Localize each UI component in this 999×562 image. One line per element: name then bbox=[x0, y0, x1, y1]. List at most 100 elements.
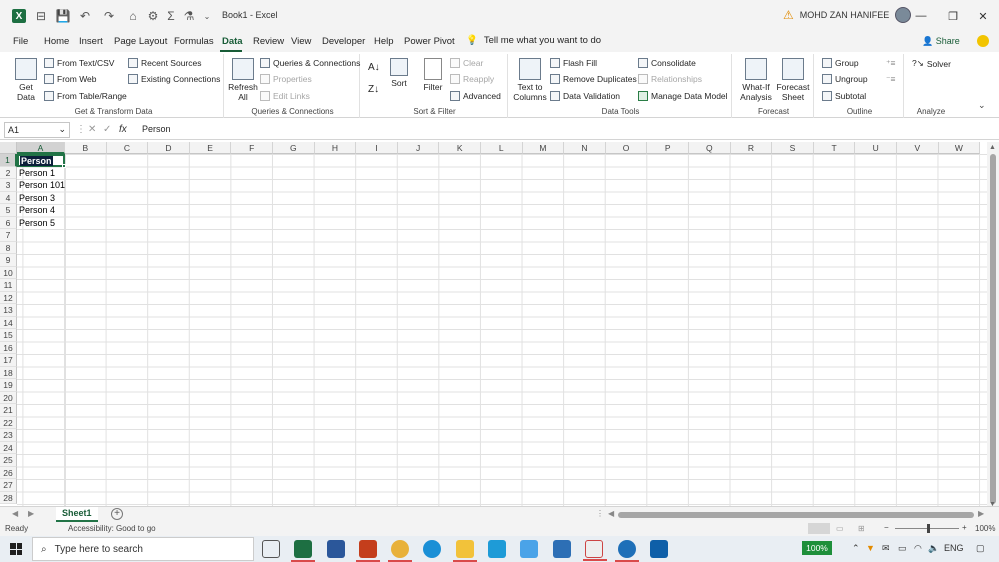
row-header-16[interactable]: 16 bbox=[0, 341, 17, 354]
minimize-button[interactable]: — bbox=[906, 0, 936, 32]
row-header-9[interactable]: 9 bbox=[0, 254, 17, 267]
task-view-icon[interactable] bbox=[262, 540, 280, 558]
column-header-i[interactable]: I bbox=[356, 142, 398, 154]
battery-icon[interactable]: ▭ bbox=[898, 543, 907, 554]
refresh-all-button[interactable]: Refresh All bbox=[228, 58, 258, 102]
autosave-icon[interactable]: ⊟ bbox=[30, 5, 52, 27]
tab-formulas[interactable]: Formulas bbox=[174, 36, 214, 47]
scroll-left-icon[interactable]: ◀ bbox=[608, 509, 614, 518]
cancel-icon[interactable]: ✕ bbox=[88, 124, 96, 135]
column-header-o[interactable]: O bbox=[605, 142, 648, 154]
column-header-h[interactable]: H bbox=[314, 142, 357, 154]
column-header-r[interactable]: R bbox=[730, 142, 773, 154]
from-web-button[interactable]: From Web bbox=[44, 74, 97, 84]
tab-home[interactable]: Home bbox=[44, 36, 69, 47]
remove-duplicates-button[interactable]: Remove Duplicates bbox=[550, 74, 637, 84]
column-header-j[interactable]: J bbox=[397, 142, 440, 154]
undo-icon[interactable]: ↶ bbox=[74, 5, 96, 27]
sort-az-button[interactable]: A↓ bbox=[368, 62, 380, 73]
row-header-6[interactable]: 6 bbox=[0, 216, 17, 229]
consolidate-button[interactable]: Consolidate bbox=[638, 58, 696, 68]
cell-a4[interactable]: Person 3 bbox=[19, 192, 55, 205]
solver-button[interactable]: ?↘ Solver bbox=[912, 58, 951, 69]
column-header-v[interactable]: V bbox=[897, 142, 939, 154]
page-break-view-icon[interactable]: ⊞ bbox=[858, 524, 865, 533]
row-header-14[interactable]: 14 bbox=[0, 316, 17, 329]
more-options-icon[interactable]: ⋮ bbox=[76, 124, 86, 135]
column-header-g[interactable]: G bbox=[273, 142, 315, 154]
powerpoint-taskbar-icon[interactable] bbox=[356, 540, 380, 562]
column-header-b[interactable]: B bbox=[65, 142, 107, 154]
row-header-25[interactable]: 25 bbox=[0, 454, 17, 467]
cell-a1[interactable]: Person bbox=[17, 154, 66, 168]
group-button[interactable]: Group bbox=[822, 58, 859, 68]
redo-icon[interactable]: ↷ bbox=[98, 5, 120, 27]
outlook-taskbar-icon[interactable] bbox=[650, 540, 668, 558]
cell-a2[interactable]: Person 1 bbox=[19, 167, 55, 180]
battery-indicator[interactable]: 100% bbox=[802, 541, 832, 555]
next-sheet-icon[interactable]: ▶ bbox=[28, 509, 34, 518]
tell-me-box[interactable]: 💡 Tell me what you want to do bbox=[466, 35, 601, 46]
properties-button[interactable]: Properties bbox=[260, 74, 312, 84]
existing-connections-button[interactable]: Existing Connections bbox=[128, 74, 220, 84]
insert-function-icon[interactable]: fx bbox=[119, 124, 127, 135]
column-header-e[interactable]: E bbox=[189, 142, 232, 154]
zoom-slider-knob[interactable] bbox=[927, 524, 930, 533]
row-header-27[interactable]: 27 bbox=[0, 479, 17, 492]
sort-za-button[interactable]: Z↓ bbox=[368, 84, 379, 95]
vertical-scrollbar[interactable]: ▲ ▼ bbox=[987, 142, 999, 508]
column-header-n[interactable]: N bbox=[564, 142, 606, 154]
from-table-button[interactable]: From Table/Range bbox=[44, 91, 127, 101]
normal-view-icon[interactable] bbox=[808, 523, 830, 534]
tab-developer[interactable]: Developer bbox=[322, 36, 365, 47]
row-header-12[interactable]: 12 bbox=[0, 291, 17, 304]
row-header-11[interactable]: 11 bbox=[0, 279, 17, 292]
tab-page-layout[interactable]: Page Layout bbox=[114, 36, 167, 47]
share-button[interactable]: 👤 Share bbox=[922, 36, 960, 47]
row-header-17[interactable]: 17 bbox=[0, 354, 17, 367]
taskbar-search[interactable]: ⌕ Type here to search bbox=[32, 537, 254, 561]
row-header-4[interactable]: 4 bbox=[0, 191, 17, 204]
get-data-button[interactable]: Get Data bbox=[10, 58, 42, 102]
advanced-button[interactable]: Advanced bbox=[450, 91, 501, 101]
row-header-2[interactable]: 2 bbox=[0, 166, 17, 179]
horizontal-scroll-thumb[interactable] bbox=[618, 512, 974, 518]
tab-power-pivot[interactable]: Power Pivot bbox=[404, 36, 455, 47]
what-if-button[interactable]: What-If Analysis bbox=[738, 58, 774, 102]
camera-taskbar-icon[interactable] bbox=[615, 540, 639, 562]
ungroup-button[interactable]: Ungroup bbox=[822, 74, 868, 84]
tab-data[interactable]: Data bbox=[222, 36, 243, 47]
row-header-10[interactable]: 10 bbox=[0, 266, 17, 279]
zoom-in-icon[interactable]: + bbox=[962, 523, 967, 532]
column-header-p[interactable]: P bbox=[647, 142, 689, 154]
enter-icon[interactable]: ✓ bbox=[103, 124, 111, 135]
user-area[interactable]: ⚠ MOHD ZAN HANIFEE bbox=[783, 7, 912, 23]
vertical-scroll-thumb[interactable] bbox=[990, 154, 996, 504]
collapse-ribbon-icon[interactable]: ⌄ bbox=[978, 100, 986, 111]
sort-button[interactable]: Sort bbox=[388, 58, 410, 88]
sheet-tab-sheet1[interactable]: Sheet1 bbox=[56, 507, 98, 522]
edge-taskbar-icon[interactable] bbox=[423, 540, 441, 558]
subtotal-button[interactable]: Subtotal bbox=[822, 91, 866, 101]
add-sheet-icon[interactable]: + bbox=[111, 508, 123, 520]
zoom-out-icon[interactable]: − bbox=[884, 523, 889, 532]
row-header-28[interactable]: 28 bbox=[0, 491, 17, 504]
column-header-s[interactable]: S bbox=[772, 142, 814, 154]
hide-detail-icon[interactable]: ⁻≡ bbox=[886, 74, 895, 85]
tab-view[interactable]: View bbox=[291, 36, 311, 47]
tab-review[interactable]: Review bbox=[253, 36, 284, 47]
data-validation-button[interactable]: Data Validation bbox=[550, 91, 620, 101]
row-header-21[interactable]: 21 bbox=[0, 404, 17, 417]
windows-start-icon[interactable] bbox=[10, 543, 22, 555]
word-taskbar-icon[interactable] bbox=[327, 540, 345, 558]
cell-a3[interactable]: Person 101 bbox=[19, 179, 65, 192]
zoom-level[interactable]: 100% bbox=[975, 524, 995, 533]
row-header-8[interactable]: 8 bbox=[0, 241, 17, 254]
mail-taskbar-icon[interactable] bbox=[553, 540, 571, 558]
column-header-t[interactable]: T bbox=[813, 142, 856, 154]
forecast-sheet-button[interactable]: Forecast Sheet bbox=[776, 58, 810, 102]
close-button[interactable]: ✕ bbox=[968, 0, 998, 32]
column-header-q[interactable]: Q bbox=[689, 142, 731, 154]
notification-icon[interactable]: ✉ bbox=[882, 543, 890, 554]
accessibility-status[interactable]: Accessibility: Good to go bbox=[68, 524, 156, 533]
